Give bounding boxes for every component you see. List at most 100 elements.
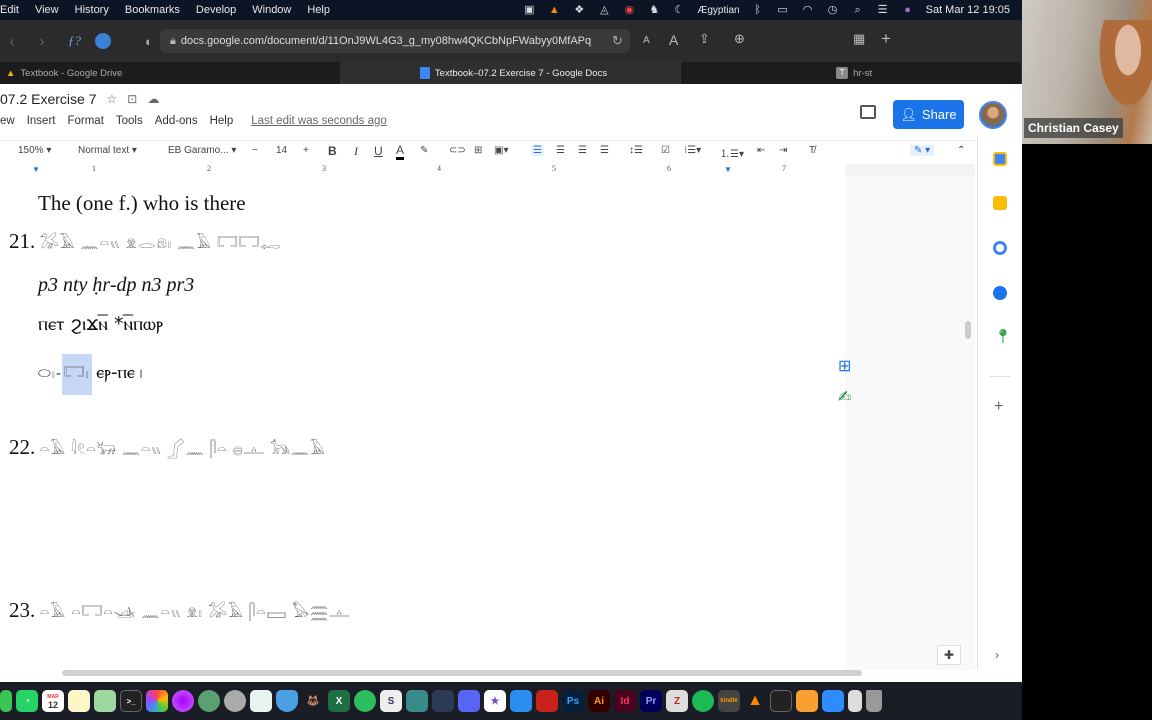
menu-edit[interactable]: Edit: [0, 4, 27, 16]
clear-formatting-icon[interactable]: T̸: [809, 145, 815, 156]
wifi-icon[interactable]: ◠: [801, 4, 815, 16]
reload-icon[interactable]: ↻: [612, 33, 623, 49]
control-center-icon[interactable]: ☰: [876, 4, 890, 16]
last-edit-link[interactable]: Last edit was seconds ago: [251, 115, 387, 127]
dock-illustrator-icon[interactable]: Ai: [588, 690, 610, 712]
paragraph-previous[interactable]: The (one f.) who is there: [38, 191, 246, 216]
video-call-tile[interactable]: Christian Casey: [1022, 0, 1152, 144]
dock-calendar-icon[interactable]: MAR 12: [42, 690, 64, 712]
font-larger-button[interactable]: A: [669, 32, 678, 48]
dock-zoom-icon[interactable]: [822, 690, 844, 712]
dock-preview-icon[interactable]: [848, 690, 862, 712]
highlight-icon[interactable]: ✎: [420, 145, 428, 156]
editing-mode-button[interactable]: ✎ ▾: [910, 145, 935, 156]
tab-overview-icon[interactable]: ▦: [853, 31, 865, 47]
dock-zotero-icon[interactable]: Z: [666, 690, 688, 712]
tab-hr-st[interactable]: T hr-st: [681, 62, 1022, 84]
dock-kindle-icon[interactable]: kindle: [718, 690, 740, 712]
battery-icon[interactable]: ▭: [776, 4, 790, 16]
bluetooth-icon[interactable]: ᛒ: [751, 4, 765, 16]
decrease-font-button[interactable]: −: [252, 145, 258, 156]
cloud-saved-icon[interactable]: ☁︎: [147, 92, 159, 106]
contacts-icon[interactable]: [993, 286, 1007, 300]
move-folder-icon[interactable]: ⊡: [127, 92, 137, 106]
get-addons-icon[interactable]: +: [994, 398, 1003, 416]
dock-trash-icon[interactable]: [866, 690, 882, 712]
menu-tools[interactable]: Tools: [116, 115, 143, 127]
bold-button[interactable]: B: [328, 144, 337, 158]
dock-terminal-icon[interactable]: >_: [120, 690, 142, 712]
horizontal-scrollbar[interactable]: [62, 670, 862, 676]
link-icon[interactable]: ⊂⊃: [449, 145, 466, 156]
decrease-indent-icon[interactable]: ⇤: [757, 145, 765, 156]
dock-kindle-reader-icon[interactable]: [432, 690, 454, 712]
ruler[interactable]: ▼ 1 2 3 4 5 6 ▼ 7: [0, 164, 975, 176]
share-button[interactable]: 👤︎ Share: [893, 100, 964, 129]
menu-insert[interactable]: Insert: [27, 115, 56, 127]
forward-button[interactable]: ›: [32, 33, 52, 50]
vlc-icon[interactable]: ▲: [547, 4, 561, 16]
dock-shield-icon[interactable]: [276, 690, 298, 712]
dock-pages-icon[interactable]: [796, 690, 818, 712]
font-size-input[interactable]: 14: [276, 145, 287, 156]
dock-atom-icon[interactable]: [198, 690, 220, 712]
menu-view[interactable]: View: [27, 4, 67, 16]
mixed-line[interactable]: ⬭𓏤- 𓉐𓏤 ⲉⲣ-ⲡⲉ I: [38, 354, 143, 395]
back-button[interactable]: ‹: [2, 33, 22, 50]
justify-icon[interactable]: ☰: [600, 145, 609, 156]
menu-view-partial[interactable]: ew: [0, 115, 15, 127]
align-right-icon[interactable]: ☰: [578, 145, 587, 156]
dock-indesign-icon[interactable]: Id: [614, 690, 636, 712]
tab-google-drive[interactable]: ▲ Textbook - Google Drive: [0, 62, 341, 84]
dock-photoshop-icon[interactable]: Ps: [562, 690, 584, 712]
increase-indent-icon[interactable]: ⇥: [779, 145, 787, 156]
tab-google-docs[interactable]: Textbook–07.2 Exercise 7 - Google Docs: [340, 62, 682, 84]
dock-evernote-icon[interactable]: [354, 690, 376, 712]
dock-acrobat-icon[interactable]: [536, 690, 558, 712]
dropbox-icon[interactable]: ❖: [572, 4, 586, 16]
underline-button[interactable]: U: [374, 144, 383, 158]
exercise-21[interactable]: 21. 𓅮𓄿 𓈖𓏏𓏭 𓁷𓂋𓁶𓏤 𓈖𓄿 𓉐𓉐𓉻: [9, 228, 281, 254]
add-comment-icon[interactable]: ⊞: [474, 145, 482, 156]
share-icon[interactable]: ⇪: [699, 31, 710, 47]
hide-side-panel-icon[interactable]: ›: [995, 648, 999, 662]
dock-imovie-icon[interactable]: ★: [484, 690, 506, 712]
checklist-icon[interactable]: ☑: [661, 145, 670, 156]
coptic-text[interactable]: ⲡⲉⲧ ϩⲓϫⲛ̅ *ⲛ̅ⲡⲱⲣ: [38, 313, 163, 335]
dock-activity-monitor-icon[interactable]: [770, 690, 792, 712]
transliteration[interactable]: p3 nty ḥr-dp n3 pr3: [38, 274, 194, 297]
tasks-icon[interactable]: [993, 241, 1007, 255]
new-tab-icon[interactable]: +: [881, 29, 891, 49]
right-indent-marker-icon[interactable]: ▼: [724, 165, 732, 174]
address-bar[interactable]: 🔒︎ docs.google.com/document/d/11OnJ9WL4G…: [160, 29, 630, 53]
datetime[interactable]: Sat Mar 12 19:05: [926, 4, 1010, 16]
menu-help[interactable]: Help: [299, 4, 338, 16]
dock-photos-icon[interactable]: [146, 690, 168, 712]
download-icon[interactable]: ⊕: [734, 31, 745, 47]
input-source[interactable]: Ægyptian: [697, 5, 739, 16]
dock-flower-icon[interactable]: [172, 690, 194, 712]
explore-button[interactable]: ✚: [937, 645, 961, 665]
dock-notes-icon[interactable]: [68, 690, 90, 712]
bulleted-list-icon[interactable]: ⁝☰▾: [684, 145, 701, 156]
dock-keyboard-icon[interactable]: [250, 690, 272, 712]
adblock-icon[interactable]: [95, 33, 111, 49]
vertical-scrollbar[interactable]: [965, 321, 971, 339]
menu-window[interactable]: Window: [244, 4, 299, 16]
collapse-toolbar-icon[interactable]: ⌃: [957, 145, 965, 156]
menu-history[interactable]: History: [67, 4, 117, 16]
menu-addons[interactable]: Add-ons: [155, 115, 198, 127]
doc-title[interactable]: 07.2 Exercise 7: [0, 91, 97, 107]
exercise-23[interactable]: 23. 𓏏𓄿 𓏏𓉐𓏏𓊛 𓈖𓏏𓏭 𓁷𓏤 𓅮𓄿 𓋴𓏏𓈙 𓅃𓈗𓊵: [9, 597, 350, 623]
dock-keynote-icon[interactable]: [510, 690, 532, 712]
calendar-icon[interactable]: [993, 152, 1007, 166]
style-select[interactable]: Normal text ▾: [78, 145, 137, 156]
maps-icon[interactable]: 📍︎: [994, 328, 1012, 345]
moon-icon[interactable]: ☾: [672, 4, 686, 16]
user-avatar[interactable]: [979, 101, 1007, 129]
record-icon[interactable]: ◉: [622, 4, 636, 16]
dock-fox-icon[interactable]: 🦊︎: [302, 690, 324, 712]
menu-develop[interactable]: Develop: [188, 4, 244, 16]
spotlight-icon[interactable]: ⌕: [851, 4, 865, 16]
add-comment-float-icon[interactable]: ⊞: [838, 356, 851, 376]
